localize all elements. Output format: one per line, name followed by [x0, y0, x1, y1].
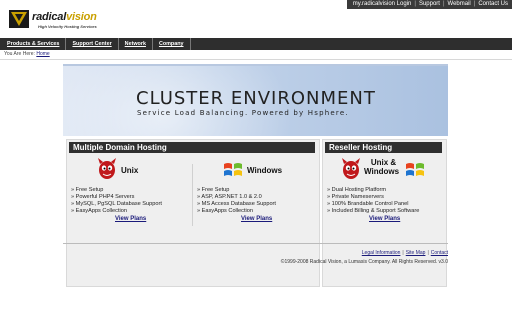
unix-view-plans-link[interactable]: View Plans	[115, 216, 146, 222]
legal-information-link[interactable]: Legal Information	[362, 250, 401, 256]
unix-windows-badge: Unix & Windows	[325, 158, 443, 182]
feature-item: » Free Setup	[71, 187, 104, 193]
unix-column: Unix » Free Setup » Powerful PHP4 Server…	[69, 158, 193, 226]
banner-title: CLUSTER ENVIRONMENT	[136, 88, 376, 109]
reseller-column: Unix & Windows » Dual Hosting Platform » …	[325, 158, 443, 226]
feature-item: » Dual Hosting Platform	[327, 187, 387, 193]
copyright-text: ©1999-2008 Radical Vision, a Lumasis Com…	[280, 259, 448, 265]
breadcrumb: You Are Here: Home	[4, 51, 50, 57]
multiple-domain-heading: Multiple Domain Hosting	[69, 142, 315, 153]
feature-item: » Powerful PHP4 Servers	[71, 194, 135, 200]
breadcrumb-home-link[interactable]: Home	[36, 51, 49, 57]
top-links-bar: my.radicalvision Login | Support | Webmail | C…	[346, 0, 512, 9]
windows-features: » Free Setup » ASP, ASP.NET 1.0 & 2.0 » …	[197, 187, 276, 215]
feature-item: » EasyApps Collection	[71, 208, 127, 214]
nav-network[interactable]: Network	[119, 38, 153, 50]
feature-item: » 100% Brandable Control Panel	[327, 201, 409, 207]
cluster-banner: CLUSTER ENVIRONMENT Service Load Balanci…	[63, 64, 448, 136]
feature-item: » Free Setup	[197, 187, 230, 193]
feature-item: » Private Nameservers	[327, 194, 384, 200]
contact-link[interactable]: Contact	[431, 250, 448, 256]
bsd-daemon-icon	[98, 158, 116, 179]
windows-view-plans-link[interactable]: View Plans	[241, 216, 272, 222]
logo-tagline: High Velocity Hosting Services	[38, 24, 97, 29]
windows-label: Windows	[247, 166, 283, 175]
feature-item: » MS Access Database Support	[197, 201, 276, 207]
unix-badge: Unix	[69, 158, 189, 182]
header: radicalvision High Velocity Hosting Serv…	[0, 0, 512, 38]
windows-badge: Windows	[195, 158, 315, 182]
nav-products-services[interactable]: Products & Services	[0, 38, 67, 50]
unix-windows-label: Unix & Windows	[364, 158, 400, 176]
nav-company[interactable]: Company	[153, 38, 191, 50]
divider	[0, 59, 512, 60]
feature-item: » MySQL, PgSQL Database Support	[71, 201, 162, 207]
webmail-link[interactable]: Webmail	[448, 1, 471, 7]
reseller-features: » Dual Hosting Platform » Private Namese…	[327, 187, 419, 215]
banner-subtitle: Service Load Balancing. Powered by Hsphe…	[137, 109, 349, 117]
nav-support-center[interactable]: Support Center	[66, 38, 119, 50]
footer-divider	[63, 243, 448, 244]
logo-wordmark: radicalvision	[32, 11, 97, 23]
contact-us-link[interactable]: Contact Us	[478, 1, 508, 7]
site-map-link[interactable]: Site Map	[406, 250, 426, 256]
windows-column: Windows » Free Setup » ASP, ASP.NET 1.0 …	[195, 158, 315, 226]
reseller-view-plans-link[interactable]: View Plans	[369, 216, 400, 222]
feature-item: » Included Billing & Support Software	[327, 208, 420, 214]
login-link[interactable]: my.radicalvision Login	[353, 1, 412, 7]
windows-logo-icon	[224, 163, 242, 176]
logo-mark-icon	[9, 10, 29, 28]
breadcrumb-prefix: You Are Here:	[4, 51, 35, 57]
feature-item: » EasyApps Collection	[197, 208, 253, 214]
windows-logo-icon	[406, 163, 424, 176]
unix-label: Unix	[121, 166, 139, 175]
unix-features: » Free Setup » Powerful PHP4 Servers » M…	[71, 187, 162, 215]
support-link[interactable]: Support	[419, 1, 440, 7]
main-nav: Products & Services Support Center Netwo…	[0, 38, 512, 50]
radicalvision-logo[interactable]: radicalvision High Velocity Hosting Serv…	[8, 6, 128, 32]
reseller-heading: Reseller Hosting	[325, 142, 442, 153]
feature-item: » ASP, ASP.NET 1.0 & 2.0	[197, 194, 262, 200]
footer-links: Legal Information | Site Map | Contact	[361, 250, 448, 256]
bsd-daemon-icon	[342, 158, 360, 179]
